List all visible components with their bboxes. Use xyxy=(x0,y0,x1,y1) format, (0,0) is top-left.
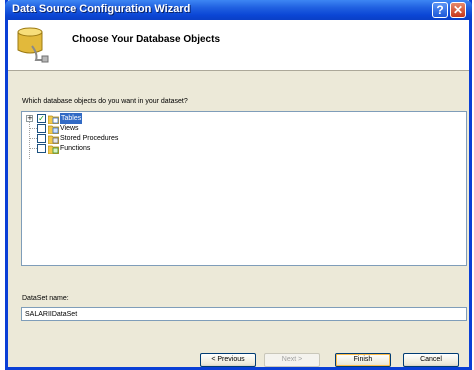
functions-checkbox[interactable] xyxy=(37,144,46,153)
functions-label: Functions xyxy=(60,145,91,152)
title-bar[interactable]: Data Source Configuration Wizard ? ✕ xyxy=(5,0,472,20)
window-title: Data Source Configuration Wizard xyxy=(12,3,191,15)
finish-button[interactable]: Finish xyxy=(335,353,391,367)
functions-folder-icon xyxy=(48,145,59,154)
cancel-button[interactable]: Cancel xyxy=(403,353,459,367)
dataset-name-input[interactable] xyxy=(21,307,467,321)
wizard-window: Data Source Configuration Wizard ? ✕ Cho… xyxy=(5,0,472,370)
database-objects-tree[interactable]: + ✓ Tables Views Stored Procedures Funct… xyxy=(21,111,467,266)
previous-button[interactable]: < Previous xyxy=(200,353,256,367)
dataset-name-label: DataSet name: xyxy=(22,295,69,302)
views-checkbox[interactable] xyxy=(37,124,46,133)
tables-checkbox[interactable]: ✓ xyxy=(37,114,46,123)
next-button[interactable]: Next > xyxy=(264,353,320,367)
tables-folder-icon xyxy=(48,115,59,124)
close-button[interactable]: ✕ xyxy=(450,2,466,18)
wizard-header: Choose Your Database Objects xyxy=(8,20,469,71)
tables-expander[interactable]: + xyxy=(26,115,33,122)
tree-connector xyxy=(29,148,37,149)
stored-procedures-checkbox[interactable] xyxy=(37,134,46,143)
database-icon xyxy=(17,27,49,63)
help-button[interactable]: ? xyxy=(432,2,448,18)
views-folder-icon xyxy=(48,125,59,134)
tree-connector xyxy=(29,128,37,129)
tree-connector xyxy=(29,138,37,139)
page-heading: Choose Your Database Objects xyxy=(72,34,221,45)
stored-procedures-folder-icon xyxy=(48,135,59,144)
objects-prompt: Which database objects do you want in yo… xyxy=(22,98,188,105)
